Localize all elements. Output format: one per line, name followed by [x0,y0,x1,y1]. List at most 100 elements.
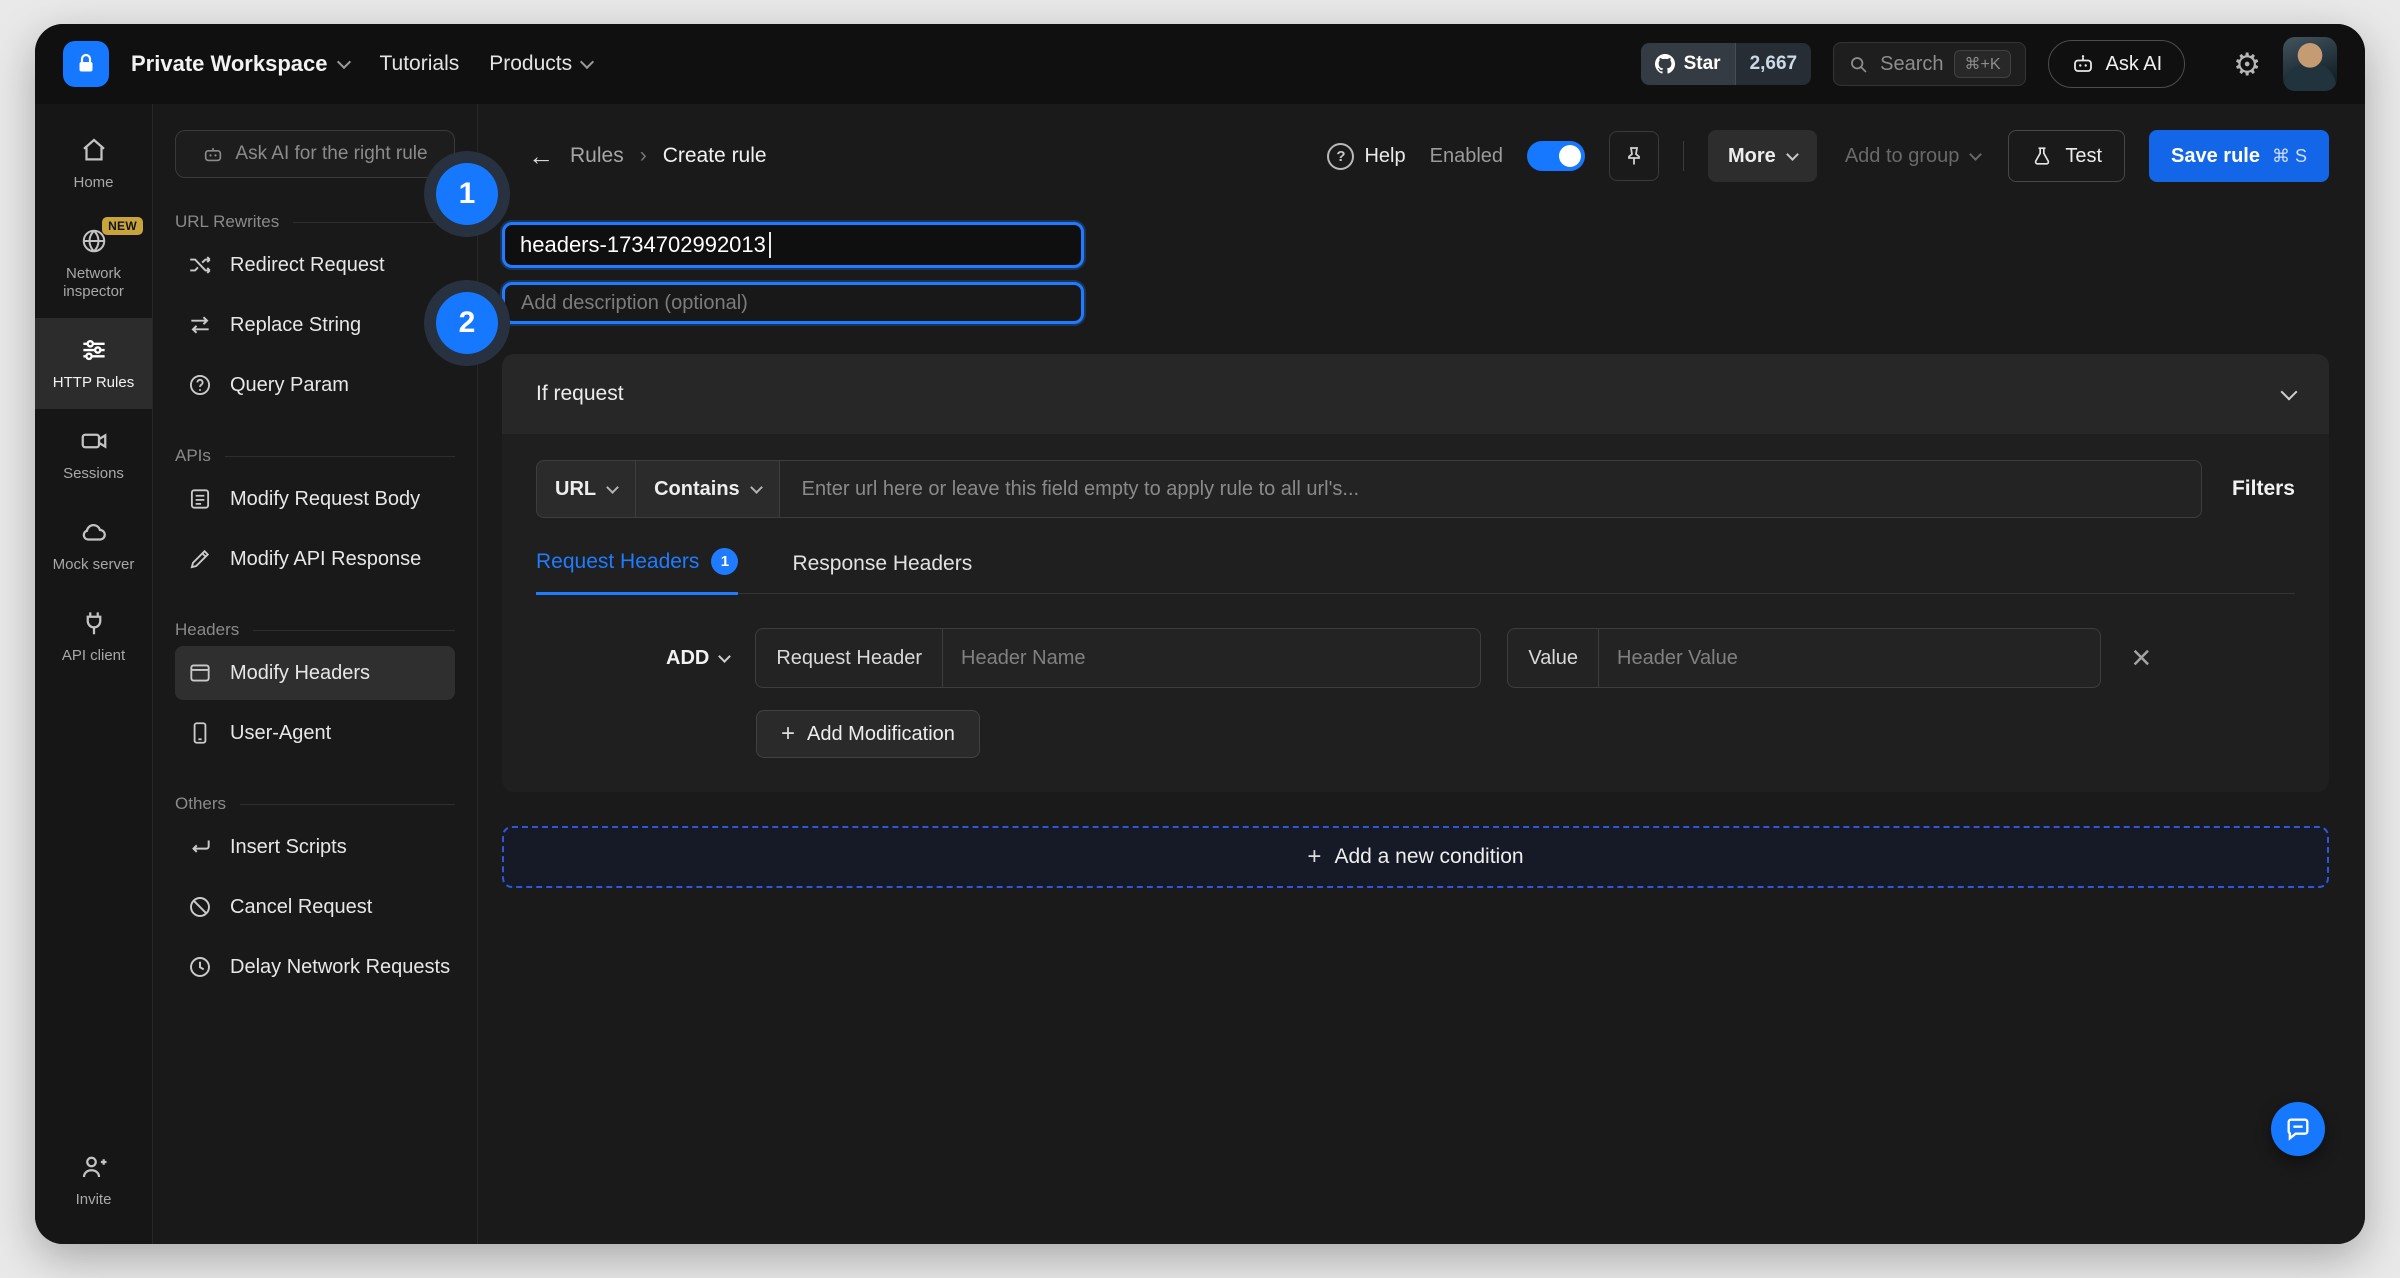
home-icon [79,135,109,165]
github-star-button[interactable]: Star 2,667 [1641,43,1812,85]
menu-tutorials[interactable]: Tutorials [379,52,459,76]
rule-type-cancel-request[interactable]: Cancel Request [175,880,455,934]
condition-card: If request URL Contains F [502,354,2329,792]
section-title: APIs [175,446,455,466]
sliders-icon [79,335,109,365]
filters-button[interactable]: Filters [2232,477,2295,501]
rule-type-modify-api-response[interactable]: Modify API Response [175,532,455,586]
ask-ai-button[interactable]: Ask AI [2048,40,2186,88]
condition-title: If request [536,382,624,406]
editor-header: ← Rules › Create rule ? Help Enabled [502,130,2329,182]
source-key-select[interactable]: URL [536,460,636,518]
headers-tabs: Request Headers 1 Response Headers [536,548,2295,594]
user-plus-icon [79,1152,109,1182]
request-headers-count-badge: 1 [711,548,738,575]
section-apis: APIs Modify Request Body Modify API Resp… [175,446,455,586]
chevron-down-icon [580,55,594,69]
tab-response-headers[interactable]: Response Headers [792,552,972,593]
sidebar-item-network-inspector[interactable]: NEW Network inspector [35,209,152,318]
rule-name-value: headers-1734702992013 [520,232,766,258]
github-star-label: Star [1684,53,1721,75]
rule-type-query-param[interactable]: Query Param [175,358,455,412]
robot-icon [202,143,224,165]
search-shortcut-badge: ⌘+K [1954,50,2010,78]
chevron-down-icon [606,481,619,494]
pin-button[interactable] [1609,131,1659,181]
save-rule-button[interactable]: Save rule ⌘ S [2149,130,2329,182]
document-icon [187,486,213,512]
sidebar-item-invite[interactable]: Invite [35,1135,152,1226]
operator-select[interactable]: Contains [636,460,780,518]
add-modification-button[interactable]: + Add Modification [756,710,980,758]
video-camera-icon [79,426,109,456]
rule-type-user-agent[interactable]: User-Agent [175,706,455,760]
breadcrumb-rules[interactable]: Rules [570,144,624,168]
menu-products[interactable]: Products [489,52,592,76]
ask-ai-rule-button[interactable]: Ask AI for the right rule [175,130,455,178]
sidebar-item-sessions[interactable]: Sessions [35,409,152,500]
editor-actions: ? Help Enabled More Add to group [1327,130,2329,182]
add-operation-select[interactable]: ADD [666,647,729,670]
sidebar-item-api-client[interactable]: API client [35,591,152,682]
chat-fab-button[interactable] [2271,1102,2325,1156]
ask-ai-label: Ask AI [2106,53,2163,76]
plus-icon: + [781,722,795,746]
rule-description-input[interactable] [511,292,1075,315]
section-title: Others [175,794,455,814]
remove-modification-icon[interactable]: × [2131,641,2151,675]
help-icon: ? [1327,143,1354,170]
condition-card-body: URL Contains Filters Request Headers [502,434,2329,792]
section-title: URL Rewrites [175,212,455,232]
rule-type-replace-string[interactable]: Replace String [175,298,455,352]
search-input[interactable]: Search ⌘+K [1833,42,2025,86]
sidebar-item-http-rules[interactable]: HTTP Rules [35,318,152,409]
question-circle-icon [187,372,213,398]
topbar: Private Workspace Tutorials Products Sta… [35,24,2365,104]
cloud-icon [79,517,109,547]
rule-type-delay-network-requests[interactable]: Delay Network Requests [175,940,455,994]
add-to-group-button[interactable]: Add to group [1841,130,1985,182]
header-value-input[interactable] [1599,629,2100,687]
rule-type-redirect-request[interactable]: Redirect Request [175,238,455,292]
workspace-selector[interactable]: Private Workspace [131,51,349,77]
gear-icon[interactable]: ⚙ [2233,49,2261,80]
tab-request-headers[interactable]: Request Headers 1 [536,548,738,595]
sidebar-item-home[interactable]: Home [35,118,152,209]
enabled-label: Enabled [1430,145,1503,168]
annotation-step-2-number: 2 [436,292,498,354]
breadcrumb-current: Create rule [663,144,767,168]
enter-arrow-icon [187,834,213,860]
rule-type-modify-request-body[interactable]: Modify Request Body [175,472,455,526]
header-name-input[interactable] [943,629,1480,687]
chevron-down-icon [2281,384,2298,401]
rule-type-insert-scripts[interactable]: Insert Scripts [175,820,455,874]
robot-icon [2071,52,2095,76]
breadcrumb-separator: › [640,144,647,168]
url-condition-row: URL Contains Filters [536,460,2295,518]
back-arrow-icon[interactable]: ← [528,143,554,169]
condition-card-header[interactable]: If request [502,354,2329,434]
app-body: Home NEW Network inspector HTTP Rules Se… [35,104,2365,1244]
rule-type-modify-headers[interactable]: Modify Headers [175,646,455,700]
test-button[interactable]: Test [2008,130,2125,182]
more-button[interactable]: More [1708,130,1817,182]
add-condition-button[interactable]: + Add a new condition [502,826,2329,888]
workspace-name: Private Workspace [131,51,327,77]
github-star-count: 2,667 [1735,43,1812,85]
help-button[interactable]: ? Help [1327,143,1405,170]
flask-icon [2031,145,2053,167]
avatar[interactable] [2283,37,2337,91]
header-type-label: Request Header [756,629,943,687]
annotation-step-2: 2 [424,280,510,366]
header-modification-row: ADD Request Header Value × [666,628,2295,688]
topbar-right: Star 2,667 Search ⌘+K Ask AI ⚙ [1641,37,2337,91]
sidebar-item-mock-server[interactable]: Mock server [35,500,152,591]
workspace-lock-icon[interactable] [63,41,109,87]
url-pattern-input[interactable] [780,460,2202,518]
header-value-group: Value [1507,628,2101,688]
rule-name-input[interactable]: headers-1734702992013 [502,222,1084,268]
enabled-toggle[interactable] [1527,141,1585,171]
rail-spacer [35,682,152,1135]
section-url-rewrites: URL Rewrites Redirect Request Replace St… [175,212,455,412]
header-name-group: Request Header [755,628,1481,688]
